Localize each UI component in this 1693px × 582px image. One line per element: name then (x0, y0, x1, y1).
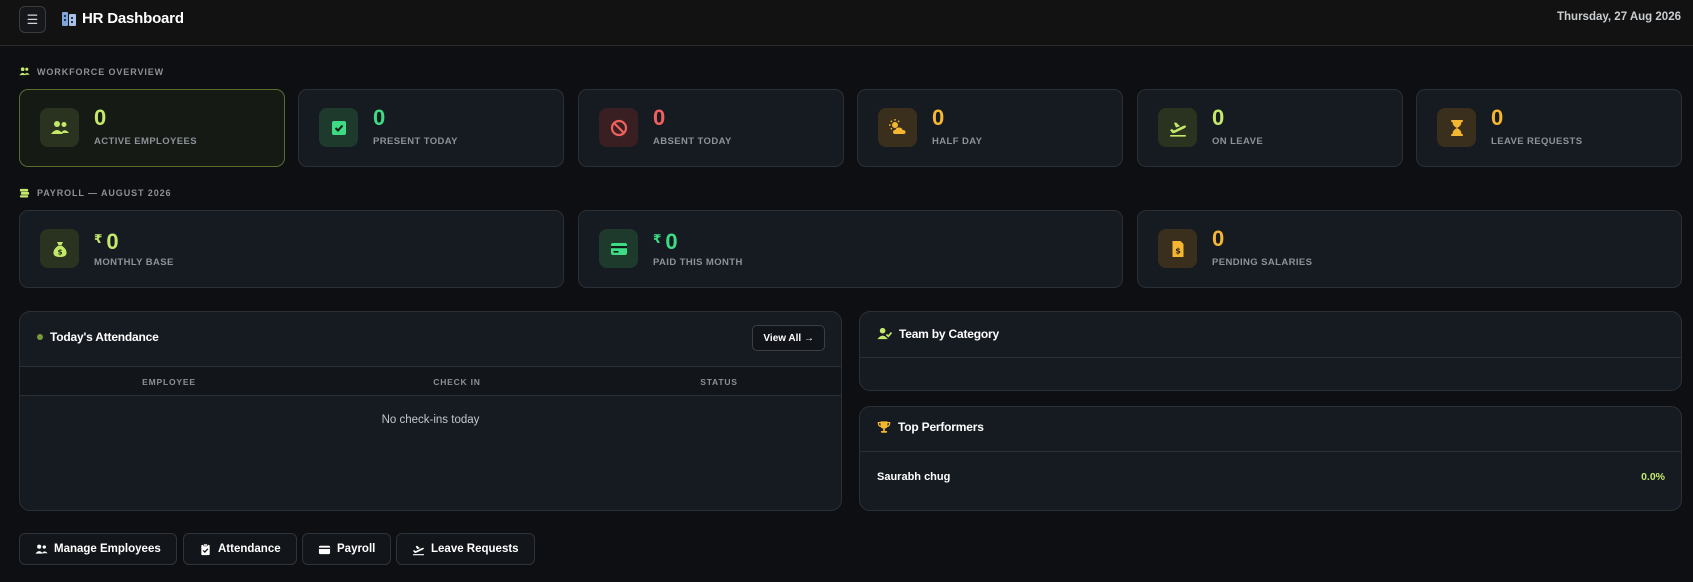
current-date: Thursday, 27 Aug 2026 (1557, 11, 1681, 23)
stat-label: PENDING SALARIES (1212, 257, 1313, 268)
manage-employees-button[interactable]: Manage Employees (19, 533, 177, 565)
plane-departure-icon (1169, 121, 1186, 137)
cloud-sun-icon (888, 118, 905, 134)
leave-requests-button[interactable]: Leave Requests (396, 533, 535, 565)
attendance-empty-message: No check-ins today (381, 414, 480, 426)
stat-label: LEAVE REQUESTS (1491, 136, 1583, 147)
stat-label: HALF DAY (932, 136, 983, 147)
payroll-button[interactable]: Payroll (302, 533, 392, 565)
stat-card-monthly-base[interactable]: $ ₹0 MONTHLY BASE (19, 210, 564, 288)
stat-card-pending-salaries[interactable]: $ 0 PENDING SALARIES (1137, 210, 1682, 288)
svg-text:$: $ (57, 248, 62, 256)
performer-name: Saurabh chug (877, 471, 951, 483)
divider (860, 357, 1681, 358)
status-dot (37, 334, 43, 340)
team-category-header: Team by Category (877, 326, 1681, 341)
column-header-status: STATUS (700, 377, 738, 387)
attendance-label: Attendance (218, 543, 281, 555)
clipboard-check-icon (201, 543, 210, 555)
stat-card-active-employees[interactable]: 0 ACTIVE EMPLOYEES (19, 89, 285, 167)
credit-card-icon (610, 242, 627, 255)
stat-label: ON LEAVE (1212, 136, 1264, 147)
money-stack-icon (19, 188, 30, 198)
workforce-section-label: WORKFORCE OVERVIEW (19, 66, 164, 77)
stat-icon-box (1437, 108, 1476, 147)
payroll-label: Payroll (337, 543, 376, 555)
column-header-employee: EMPLOYEE (142, 377, 196, 387)
view-all-button[interactable]: View All → (752, 325, 825, 351)
hourglass-icon (1450, 119, 1463, 136)
attendance-table-header: EMPLOYEE CHECK IN STATUS (20, 366, 841, 396)
stat-value: 0 (932, 105, 945, 130)
svg-text:$: $ (1175, 246, 1181, 255)
currency-symbol: ₹ (94, 232, 103, 246)
stat-card-half-day[interactable]: 0 HALF DAY (857, 89, 1123, 167)
section-label-text: WORKFORCE OVERVIEW (37, 66, 165, 77)
stat-value: 0 (653, 105, 666, 130)
stat-value: 0 (94, 105, 107, 130)
top-performers-title: Top Performers (898, 420, 984, 434)
brand: HR Dashboard (62, 10, 184, 27)
stat-card-present-today[interactable]: 0 PRESENT TODAY (298, 89, 564, 167)
hamburger-menu-icon: ☰ (26, 11, 39, 27)
stat-value: 0 (1212, 226, 1225, 251)
stat-icon-box: $ (40, 229, 79, 268)
ban-icon (610, 119, 627, 136)
stat-label: ABSENT TODAY (653, 136, 732, 147)
stat-label: PAID THIS MONTH (653, 257, 743, 268)
trophy-icon (877, 421, 891, 433)
stat-icon-box (599, 229, 638, 268)
stat-amount: 0 (665, 229, 678, 254)
wallet-icon (318, 545, 331, 554)
top-performers-panel: Top Performers Saurabh chug 0.0% (859, 406, 1682, 511)
hamburger-menu-button[interactable]: ☰ (19, 6, 46, 33)
stat-value: 0 (1212, 105, 1225, 130)
stat-icon-box (878, 108, 917, 147)
top-bar: ☰ HR Dashboard Thursday, 27 Aug 2026 (0, 0, 1693, 46)
stat-card-on-leave[interactable]: 0 ON LEAVE (1137, 89, 1403, 167)
plane-departure-icon (412, 545, 425, 555)
stat-icon-box: $ (1158, 229, 1197, 268)
attendance-button[interactable]: Attendance (183, 533, 297, 565)
attendance-panel: Today's Attendance View All → EMPLOYEE C… (19, 311, 842, 511)
users-icon (35, 544, 48, 554)
payroll-section-label: PAYROLL — AUGUST 2026 (19, 187, 171, 198)
divider (860, 451, 1681, 452)
top-performers-header: Top Performers (877, 420, 1681, 434)
team-category-panel: Team by Category (859, 311, 1682, 391)
leave-requests-label: Leave Requests (431, 543, 519, 555)
stat-label: MONTHLY BASE (94, 257, 174, 268)
check-square-icon (331, 120, 346, 135)
stat-icon-box (319, 108, 358, 147)
stat-icon-box (1158, 108, 1197, 147)
currency-symbol: ₹ (653, 232, 662, 246)
page-title: HR Dashboard (82, 10, 184, 27)
stat-value: 0 (1491, 105, 1504, 130)
stat-label: PRESENT TODAY (373, 136, 458, 147)
stat-card-absent-today[interactable]: 0 ABSENT TODAY (578, 89, 844, 167)
attendance-panel-header: Today's Attendance (37, 330, 841, 344)
column-header-check-in: CHECK IN (433, 377, 481, 387)
users-icon (50, 120, 69, 134)
stat-amount: 0 (106, 229, 119, 254)
stat-icon-box (40, 108, 79, 147)
users-icon (19, 67, 30, 76)
invoice-dollar-icon: $ (1172, 240, 1183, 257)
stat-value: ₹0 (94, 227, 119, 254)
team-category-title: Team by Category (899, 326, 999, 341)
building-icon (62, 12, 76, 26)
user-group-icon (877, 327, 892, 340)
stat-value: 0 (373, 105, 386, 130)
money-bag-icon: $ (52, 241, 67, 257)
section-label-text: PAYROLL — AUGUST 2026 (37, 187, 172, 198)
stat-value: ₹0 (653, 227, 678, 254)
stat-card-paid-this-month[interactable]: ₹0 PAID THIS MONTH (578, 210, 1123, 288)
attendance-panel-title: Today's Attendance (50, 330, 159, 344)
stat-label: ACTIVE EMPLOYEES (94, 136, 198, 147)
manage-employees-label: Manage Employees (54, 543, 161, 555)
performer-score: 0.0% (1641, 471, 1665, 483)
stat-icon-box (599, 108, 638, 147)
stat-card-leave-requests[interactable]: 0 LEAVE REQUESTS (1416, 89, 1682, 167)
